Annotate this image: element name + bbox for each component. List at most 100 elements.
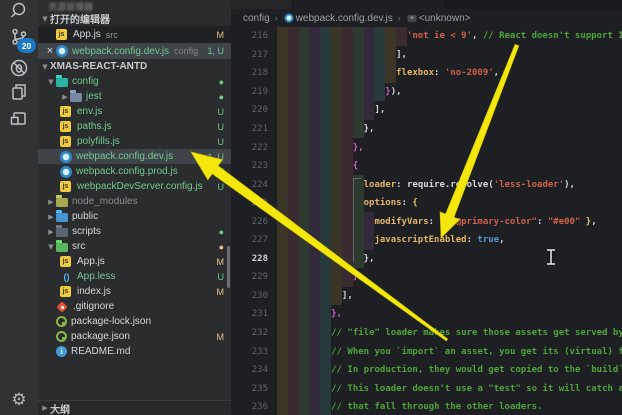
tree-item-jest[interactable]: ▶jest●	[38, 89, 231, 104]
code-line[interactable]: 218flexbox: 'no-2009',	[231, 64, 622, 83]
tree-item-App.less[interactable]: ()App.lessU	[38, 269, 231, 284]
indent-block	[277, 231, 288, 250]
code-line[interactable]: 226modifyVars: { "@primary-color": "#e00…	[231, 212, 622, 231]
settings-gear-icon[interactable]: ⚙	[0, 390, 38, 410]
code-token: // React doesn't support IE8 anyway	[483, 31, 622, 41]
chevron-right-icon[interactable]: ▶	[46, 228, 56, 236]
code-token: {	[353, 161, 358, 171]
tree-item-label: package-lock.json	[71, 316, 151, 327]
tree-item-package.json[interactable]: package.jsonM	[38, 329, 231, 344]
tree-item-config[interactable]: ▼config●	[38, 74, 231, 89]
indent-block	[342, 101, 353, 120]
indent-block	[309, 46, 320, 65]
code-line[interactable]: 234// In production, they would get copi…	[231, 361, 622, 380]
tree-item-node_modules[interactable]: ▶node_modules	[38, 194, 231, 209]
indent-block	[299, 231, 310, 250]
indent-block	[320, 157, 331, 176]
indent-block	[299, 27, 310, 46]
indent-block	[353, 64, 364, 83]
tree-item-package-lock.json[interactable]: package-lock.json	[38, 314, 231, 329]
indent-block	[288, 157, 299, 176]
code-line[interactable]: 230],	[231, 287, 622, 306]
chevron-right-icon: ▶	[40, 404, 50, 412]
indent-guides	[277, 379, 331, 398]
indent-block	[309, 120, 320, 139]
code-line[interactable]: 219}),	[231, 83, 622, 102]
code-area[interactable]: 216'not ie < 9', // React doesn't suppor…	[231, 27, 622, 415]
indent-block	[364, 231, 375, 250]
code-line[interactable]: 217],	[231, 46, 622, 65]
code-line[interactable]: 229},	[231, 268, 622, 287]
code-line[interactable]: 223{	[231, 157, 622, 176]
tree-item-webpackDevServer.config.js[interactable]: jswebpackDevServer.config.jsU	[38, 179, 231, 194]
open-editors-header[interactable]: ▼ 打开的编辑器	[38, 11, 231, 26]
code-line[interactable]: 235// This loader doesn't use a "test" s…	[231, 379, 622, 398]
breadcrumb-item[interactable]: config	[243, 13, 270, 24]
git-status-badge: 1, U	[207, 46, 231, 56]
indent-block	[385, 27, 396, 46]
indent-block	[331, 138, 342, 157]
indent-block	[331, 268, 342, 287]
tree-item-polyfills.js[interactable]: jspolyfills.jsU	[38, 134, 231, 149]
indent-block	[309, 101, 320, 120]
open-editor-item[interactable]: ×webpack.config.dev.jsconfig1, U	[38, 43, 231, 59]
git-status-badge: ●	[219, 227, 231, 237]
tree-item-public[interactable]: ▶public	[38, 209, 231, 224]
code-line[interactable]: 225options: {	[231, 194, 622, 213]
indent-block	[277, 120, 288, 139]
breadcrumb-item[interactable]: ✳<unknown>	[406, 13, 471, 24]
project-header[interactable]: ▼ XMAS-REACT-ANTD	[38, 59, 231, 74]
indent-block	[364, 46, 375, 65]
chevron-right-icon[interactable]: ▶	[60, 93, 70, 101]
code-line[interactable]: 233// When you `import` an asset, you ge…	[231, 342, 622, 361]
indent-block	[299, 138, 310, 157]
indent-block	[342, 138, 353, 157]
webpack-icon	[284, 14, 293, 23]
outline-section[interactable]: ▶ 大纲	[38, 400, 231, 415]
tab-webpack.config.dev.js[interactable]: webpack.config.dev.js×	[293, 0, 446, 9]
tree-item-paths.js[interactable]: jspaths.jsU	[38, 119, 231, 134]
extensions-icon[interactable]	[0, 103, 38, 133]
git-status-badge: U	[218, 122, 232, 132]
tree-item-src[interactable]: ▼src●	[38, 239, 231, 254]
tab-App.js[interactable]: jsApp.js	[231, 0, 293, 9]
indent-block	[277, 361, 288, 380]
code-line[interactable]: 216'not ie < 9', // React doesn't suppor…	[231, 27, 622, 46]
code-line[interactable]: 224loader: require.resolve('less-loader'…	[231, 175, 622, 194]
code-line[interactable]: 232// "file" loader makes sure those ass…	[231, 324, 622, 343]
code-token: },	[353, 143, 364, 153]
tree-item-scripts[interactable]: ▶scripts●	[38, 224, 231, 239]
chevron-right-icon[interactable]: ▶	[46, 198, 56, 206]
code-line[interactable]: 236// that fall through the other loader…	[231, 398, 622, 415]
tree-item-webpack.config.dev.js[interactable]: webpack.config.dev.js1, U	[38, 149, 231, 164]
tree-item-index.js[interactable]: jsindex.jsM	[38, 284, 231, 299]
tree-item-README.md[interactable]: iREADME.md	[38, 344, 231, 359]
tree-item-.gitignore[interactable]: .gitignore	[38, 299, 231, 314]
code-line[interactable]: 231},	[231, 305, 622, 324]
tree-item-webpack.config.prod.js[interactable]: webpack.config.prod.jsU	[38, 164, 231, 179]
breadcrumb-item[interactable]: webpack.config.dev.js	[283, 12, 393, 24]
code-line[interactable]: 222},	[231, 138, 622, 157]
code-line[interactable]: 221},	[231, 120, 622, 139]
chevron-right-icon[interactable]: ▶	[46, 213, 56, 221]
code-line[interactable]: 227javascriptEnabled: true,	[231, 231, 622, 250]
chevron-down-icon[interactable]: ▼	[46, 243, 56, 251]
close-icon[interactable]: ×	[44, 46, 56, 56]
open-editor-item[interactable]: jsApp.jssrcM	[38, 26, 231, 43]
code-line[interactable]: 220],	[231, 101, 622, 120]
line-number: 233	[231, 347, 277, 357]
chevron-down-icon[interactable]: ▼	[46, 78, 56, 86]
tree-item-label: config	[72, 76, 99, 87]
code-token: ,	[472, 31, 483, 41]
editor-group: jsApp.jswebpack.config.dev.js× config›we…	[231, 0, 622, 415]
tree-item-App.js[interactable]: jsApp.jsM	[38, 254, 231, 269]
source-control-icon[interactable]: 20	[0, 22, 38, 52]
code-line[interactable]: 228},	[231, 250, 622, 269]
indent-block	[277, 64, 288, 83]
indent-block	[288, 120, 299, 139]
code-token: "#e00"	[548, 217, 581, 227]
indent-block	[309, 250, 320, 269]
line-number: 217	[231, 50, 277, 60]
sidebar-scrollbar[interactable]	[227, 246, 230, 288]
tree-item-env.js[interactable]: jsenv.jsU	[38, 104, 231, 119]
